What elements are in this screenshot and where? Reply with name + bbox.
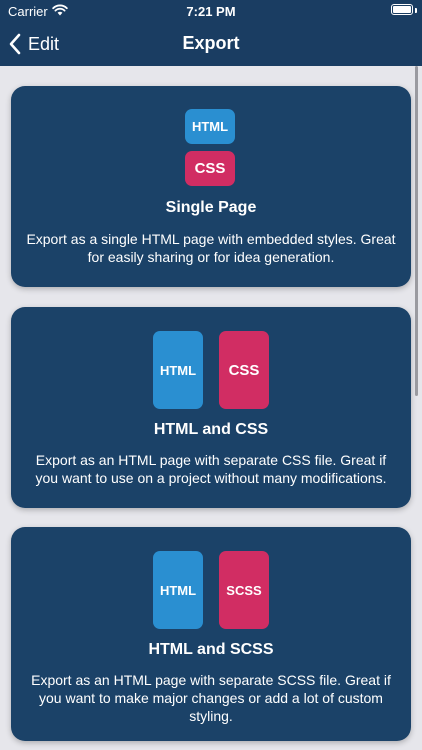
status-bar: Carrier 7:21 PM	[0, 0, 422, 22]
page-title: Export	[182, 33, 240, 53]
html-tile: HTML	[185, 109, 235, 144]
battery-tip	[415, 8, 417, 13]
export-option-single-page[interactable]: HTML CSS Single Page Export as a single …	[11, 86, 411, 287]
css-tile: CSS	[219, 331, 269, 409]
html-scss-illustration: HTML SCSS	[153, 551, 269, 629]
clock: 7:21 PM	[186, 4, 236, 19]
export-option-html-css[interactable]: HTML CSS HTML and CSS Export as an HTML …	[11, 307, 411, 508]
export-options-list[interactable]: HTML CSS Single Page Export as a single …	[0, 66, 422, 750]
single-page-illustration: HTML CSS	[185, 109, 235, 186]
html-tile: HTML	[153, 551, 203, 629]
html-tile: HTML	[153, 331, 203, 409]
scss-tile: SCSS	[219, 551, 269, 629]
option-description: Export as an HTML page with separate SCS…	[31, 672, 391, 724]
export-option-html-scss[interactable]: HTML SCSS HTML and SCSS Export as an HTM…	[11, 527, 411, 741]
option-title: HTML and CSS	[153, 421, 269, 438]
option-description: Export as an HTML page with separate CSS…	[35, 452, 387, 486]
top-bar: Carrier 7:21 PM Edit Export	[0, 0, 422, 66]
option-description: Export as a single HTML page with embedd…	[26, 231, 396, 265]
scrollbar[interactable]	[415, 66, 418, 396]
html-css-illustration: HTML CSS	[153, 331, 269, 409]
navigation-bar: Edit Export	[0, 22, 422, 66]
option-title: Single Page	[165, 199, 257, 216]
option-title: HTML and SCSS	[148, 641, 274, 658]
css-tile: CSS	[185, 151, 235, 186]
battery-icon	[391, 4, 413, 15]
